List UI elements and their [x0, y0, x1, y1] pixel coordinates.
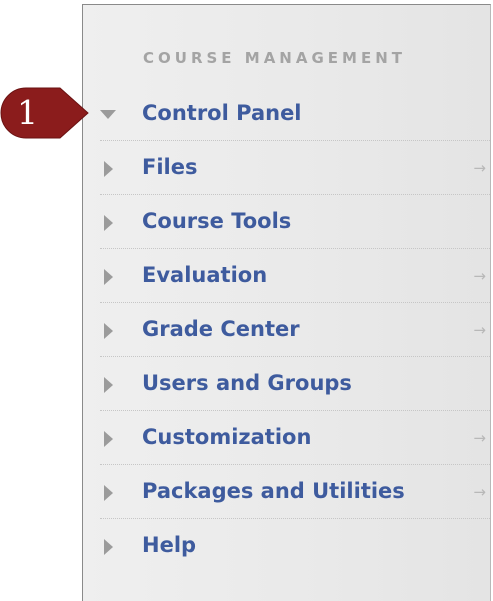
- menu-item-label[interactable]: Control Panel: [142, 101, 302, 125]
- menu-item-label[interactable]: Files: [142, 155, 197, 179]
- section-title: COURSE MANAGEMENT: [143, 49, 406, 67]
- menu-item-label[interactable]: Course Tools: [142, 209, 291, 233]
- menu-item-label[interactable]: Users and Groups: [142, 371, 352, 395]
- menu-item-files[interactable]: Files →: [83, 141, 490, 195]
- menu-item-course-tools[interactable]: Course Tools: [83, 195, 490, 249]
- arrow-right-icon[interactable]: →: [473, 159, 486, 177]
- menu-item-label[interactable]: Evaluation: [142, 263, 267, 287]
- triangle-right-icon[interactable]: [104, 161, 113, 177]
- triangle-right-icon[interactable]: [104, 539, 113, 555]
- arrow-right-icon[interactable]: →: [473, 267, 486, 285]
- menu-item-grade-center[interactable]: Grade Center →: [83, 303, 490, 357]
- menu-item-label[interactable]: Help: [142, 533, 196, 557]
- menu-item-users-and-groups[interactable]: Users and Groups: [83, 357, 490, 411]
- triangle-right-icon[interactable]: [104, 269, 113, 285]
- arrow-right-icon[interactable]: →: [473, 483, 486, 501]
- menu-item-label[interactable]: Packages and Utilities: [142, 479, 405, 503]
- triangle-right-icon[interactable]: [104, 215, 113, 231]
- menu-item-evaluation[interactable]: Evaluation →: [83, 249, 490, 303]
- menu-item-customization[interactable]: Customization →: [83, 411, 490, 465]
- triangle-down-icon[interactable]: [100, 110, 116, 119]
- triangle-right-icon[interactable]: [104, 377, 113, 393]
- arrow-right-icon[interactable]: →: [473, 429, 486, 447]
- arrow-right-icon[interactable]: →: [473, 321, 486, 339]
- triangle-right-icon[interactable]: [104, 485, 113, 501]
- menu-item-control-panel[interactable]: Control Panel: [83, 87, 490, 141]
- screenshot-stage: COURSE MANAGEMENT Control Panel Files → …: [0, 0, 493, 601]
- menu-item-packages-and-utilities[interactable]: Packages and Utilities →: [83, 465, 490, 519]
- course-management-panel: COURSE MANAGEMENT Control Panel Files → …: [82, 4, 491, 601]
- triangle-right-icon[interactable]: [104, 323, 113, 339]
- step-callout-marker: 1: [0, 87, 90, 139]
- menu-item-label[interactable]: Grade Center: [142, 317, 300, 341]
- menu-item-help[interactable]: Help: [83, 519, 490, 573]
- course-management-menu: Control Panel Files → Course Tools Evalu…: [83, 87, 490, 573]
- menu-item-label[interactable]: Customization: [142, 425, 311, 449]
- callout-number: 1: [17, 93, 38, 132]
- triangle-right-icon[interactable]: [104, 431, 113, 447]
